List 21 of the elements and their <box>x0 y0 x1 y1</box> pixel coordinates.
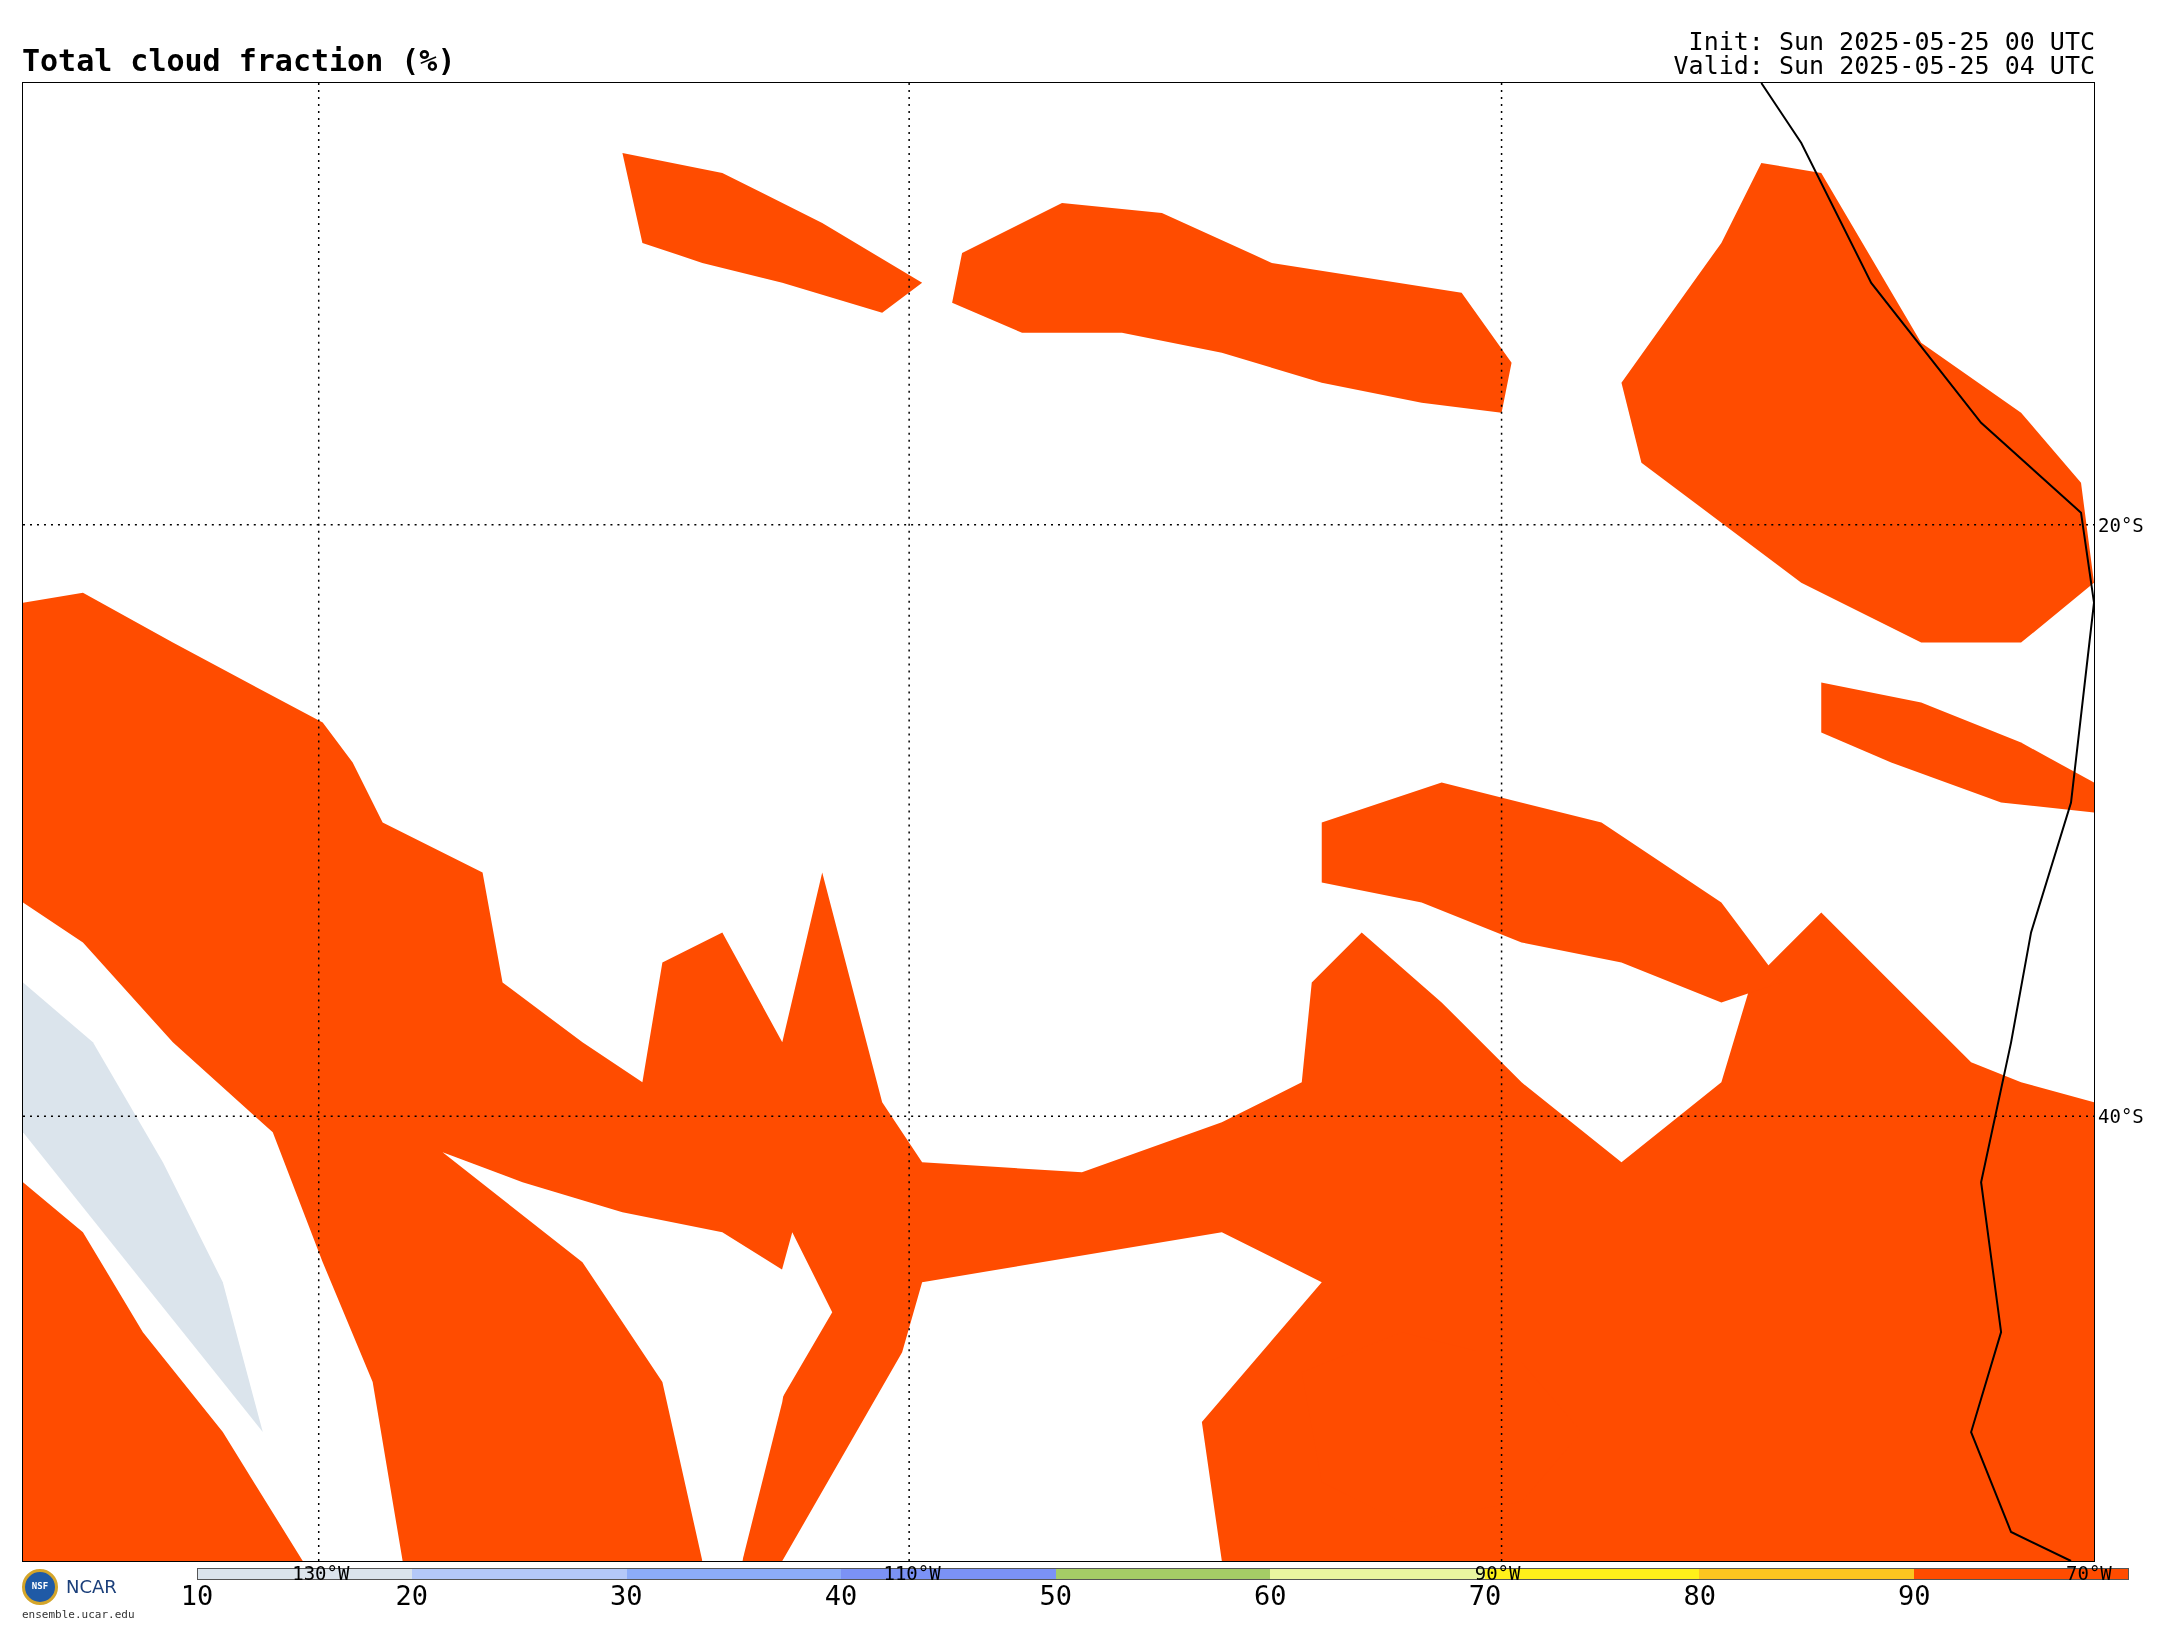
colorbar-label: 70 <box>1468 1582 1502 1609</box>
valid-time: Valid: Sun 2025-05-25 04 UTC <box>1673 54 2095 78</box>
colorbar-label: 80 <box>1683 1582 1716 1609</box>
longitude-label: 130°W <box>292 1564 350 1583</box>
colorbar-label: 40 <box>824 1582 858 1609</box>
colorbar-label: 30 <box>610 1582 643 1609</box>
colorbar-label: 90 <box>1898 1582 1931 1609</box>
colorbar-label: 50 <box>1039 1582 1072 1609</box>
colorbar-label: 10 <box>180 1582 214 1609</box>
latitude-label: 40°S <box>2098 1106 2144 1126</box>
nsf-logo: NSF <box>22 1568 58 1605</box>
ncar-logo: NCAR <box>66 1577 117 1596</box>
chart-title: Total cloud fraction (%) <box>22 46 456 76</box>
latitude-label: 20°S <box>2098 515 2144 535</box>
longitude-label: 110°W <box>883 1564 941 1583</box>
colorbar-label: 60 <box>1254 1582 1287 1609</box>
colorbar-label: 20 <box>395 1582 428 1609</box>
site-url: ensemble.ucar.edu <box>22 1608 136 1620</box>
longitude-label: 90°W <box>1474 1564 1521 1583</box>
longitude-label: 70°W <box>2066 1564 2112 1583</box>
init-time: Init: Sun 2025-05-25 00 UTC <box>1688 30 2095 54</box>
